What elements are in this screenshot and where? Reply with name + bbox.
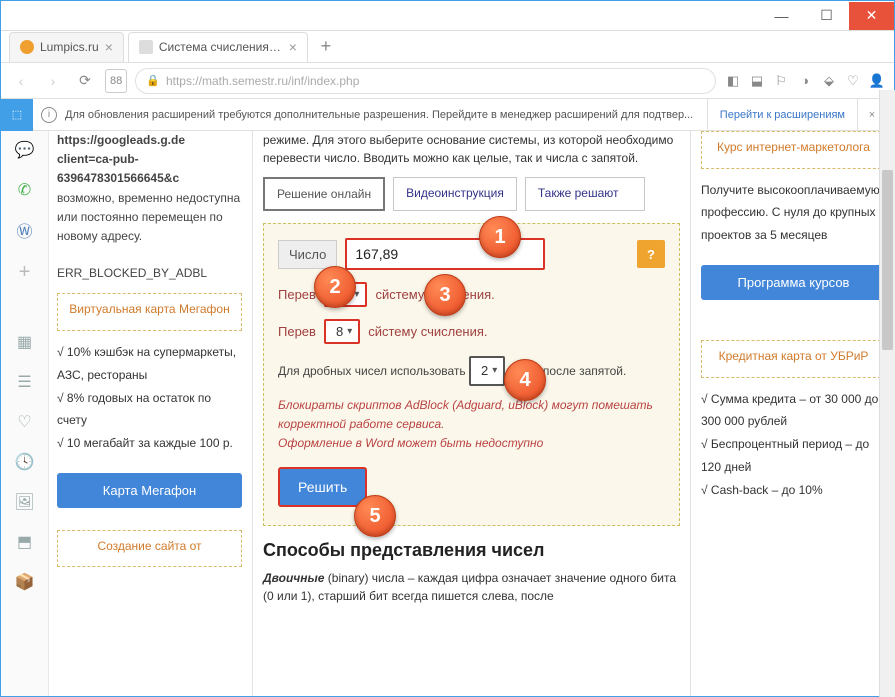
extension-icon[interactable]: ⬙ (820, 72, 838, 90)
info-icon: i (41, 107, 57, 123)
course-program-button[interactable]: Программа курсов (701, 265, 886, 300)
window-maximize-button[interactable]: ☐ (804, 2, 849, 30)
widget-title: Кредитная карта от УБРиР (710, 349, 877, 365)
favicon-icon (139, 40, 153, 54)
reload-button[interactable]: ⟳ (73, 69, 97, 93)
main-column: режиме. Для этого выберите основание сис… (252, 131, 691, 696)
window-close-button[interactable]: ✕ (849, 2, 894, 30)
course-description: Получите высокооплачиваемую профессию. С… (701, 179, 886, 247)
decimal-places-select[interactable]: 2 (469, 356, 505, 386)
window-titlebar: — ☐ ✕ (1, 1, 894, 31)
vk-icon[interactable]: Ⓦ (14, 219, 36, 241)
sidebar-icon[interactable]: 📦 (14, 571, 36, 593)
sidebar-icon[interactable]: ⬒ (14, 531, 36, 553)
ad-error-block: https://googleads.g.de client=ca-pub-639… (57, 131, 242, 283)
to-base-text-pre: Перев (278, 324, 316, 339)
sidebar-add-button[interactable]: + (14, 261, 36, 283)
tab-strip: Lumpics.ru × Система счисления онлай × + (1, 31, 894, 63)
number-label: Число (278, 240, 337, 269)
page-content: https://googleads.g.de client=ca-pub-639… (49, 131, 894, 696)
window-minimize-button[interactable]: — (759, 2, 804, 30)
notification-bar: ⬚ i Для обновления расширений требуются … (1, 99, 894, 131)
from-base-text-pre: Перев (278, 287, 316, 302)
intro-text: режиме. Для этого выберите основание сис… (263, 131, 680, 167)
megafon-widget: Виртуальная карта Мегафон (57, 293, 242, 331)
credit-card-benefits: √ Сумма кредита – от 30 000 до 300 000 р… (701, 388, 886, 502)
tab-close-icon[interactable]: × (289, 39, 297, 55)
notification-text: Для обновления расширений требуются допо… (65, 109, 707, 121)
tab-close-icon[interactable]: × (105, 39, 113, 55)
favicon-icon (20, 40, 34, 54)
extension-icon[interactable]: ◧ (724, 72, 742, 90)
content-tabs: Решение онлайн Видеоинструкция Также реш… (263, 177, 680, 211)
toolbar-right: ◧ ⬓ ⚐ ◑ ⬙ ♡ 👤 (724, 72, 886, 90)
forward-button[interactable]: › (41, 69, 65, 93)
error-text: возможно, временно недоступна или постоя… (57, 191, 240, 243)
widget-title: Создание сайта от (66, 539, 233, 555)
speed-dial-button[interactable]: 88 (105, 69, 127, 93)
address-bar: ‹ › ⟳ 88 🔒 https://math.semestr.ru/inf/i… (1, 63, 894, 99)
scrollbar-thumb[interactable] (882, 170, 893, 350)
error-code: ERR_BLOCKED_BY_ADBL (57, 266, 207, 280)
annotation-marker-4: 4 (504, 359, 546, 401)
bookmark-icon[interactable]: ♡ (844, 72, 862, 90)
url-text: https://math.semestr.ru/inf/index.php (166, 74, 359, 88)
profile-icon[interactable]: 👤 (868, 72, 886, 90)
converter-form: Число 167,89 ? Перев 10 сйстему счислени… (263, 223, 680, 526)
megafon-card-button[interactable]: Карта Мегафон (57, 473, 242, 508)
whatsapp-icon[interactable]: ✆ (14, 179, 36, 201)
binary-description: (binary) числа – каждая цифра означает з… (263, 571, 676, 603)
sidebar-icon[interactable]: 🕓 (14, 451, 36, 473)
tab-solution-online[interactable]: Решение онлайн (263, 177, 385, 211)
annotation-marker-2: 2 (314, 266, 356, 308)
annotation-marker-5: 5 (354, 495, 396, 537)
notification-badge-icon: ⬚ (1, 99, 33, 131)
sidebar-icon[interactable]: 🖼 (14, 491, 36, 513)
body-paragraph: Двоичные (binary) числа – каждая цифра о… (263, 569, 680, 605)
url-field[interactable]: 🔒 https://math.semestr.ru/inf/index.php (135, 68, 716, 94)
browser-tab-lumpics[interactable]: Lumpics.ru × (9, 32, 124, 62)
extension-icon[interactable]: ⚐ (772, 72, 790, 90)
site-creation-widget: Создание сайта от (57, 530, 242, 568)
megafon-benefits-list: √ 10% кэшбэк на супермаркеты, АЗС, ресто… (57, 341, 242, 455)
to-base-select[interactable]: 8 (324, 319, 360, 344)
credit-card-widget: Кредитная карта от УБРиР (701, 340, 886, 378)
decimal-text-pre: Для дробных чисел использовать (278, 364, 466, 378)
sidebar-icon[interactable]: ▦ (14, 331, 36, 353)
browser-sidebar: 💬 ✆ Ⓦ + ▦ ☰ ♡ 🕓 🖼 ⬒ 📦 (1, 131, 49, 696)
annotation-marker-3: 3 (424, 274, 466, 316)
messenger-icon[interactable]: 💬 (14, 139, 36, 161)
tab-video-instruction[interactable]: Видеоинструкция (393, 177, 517, 211)
extension-icon[interactable]: ◑ (796, 72, 814, 90)
decimal-places-row: Для дробных чисел использовать 2 знака п… (278, 356, 665, 386)
course-widget: Курс интернет-маркетолога (701, 131, 886, 169)
browser-tab-active[interactable]: Система счисления онлай × (128, 32, 308, 62)
notification-link[interactable]: Перейти к расширениям (707, 99, 858, 131)
right-column: Курс интернет-маркетолога Получите высок… (701, 131, 886, 696)
to-base-text-post: сйстему счисления. (368, 324, 487, 339)
lock-icon: 🔒 (146, 74, 160, 87)
adblock-warning: Блокираты скриптов AdBlock (Adguard, uBl… (278, 396, 665, 454)
back-button[interactable]: ‹ (9, 69, 33, 93)
tab-title: Lumpics.ru (40, 40, 99, 54)
widget-title: Виртуальная карта Мегафон (66, 302, 233, 318)
annotation-marker-1: 1 (479, 216, 521, 258)
extension-icon[interactable]: ⬓ (748, 72, 766, 90)
section-heading: Способы представления чисел (263, 540, 680, 561)
left-column: https://googleads.g.de client=ca-pub-639… (57, 131, 242, 696)
tab-title: Система счисления онлай (159, 40, 283, 54)
new-tab-button[interactable]: + (312, 33, 340, 61)
sidebar-icon[interactable]: ☰ (14, 371, 36, 393)
error-url: https://googleads.g.de client=ca-pub-639… (57, 133, 185, 185)
help-button[interactable]: ? (637, 240, 665, 268)
widget-title: Курс интернет-маркетолога (710, 140, 877, 156)
sidebar-icon[interactable]: ♡ (14, 411, 36, 433)
vertical-scrollbar[interactable] (879, 90, 895, 697)
tab-also-solve[interactable]: Также решают (525, 177, 645, 211)
solve-button[interactable]: Решить (278, 467, 367, 507)
